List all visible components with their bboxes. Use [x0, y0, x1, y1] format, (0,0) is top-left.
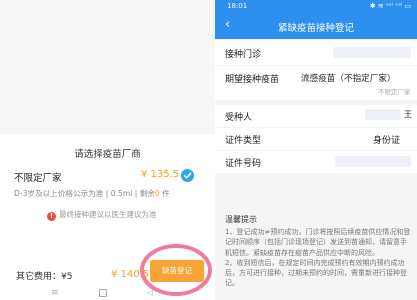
notes-item-1: 1、登记成功≠预约成功，门诊将按照后续疫苗供应情况和登记时间顺序（包括门诊现场登… [225, 228, 411, 257]
page-title: 紧缺疫苗接种登记 [277, 23, 354, 34]
status-icons: ✱ ≋ ᵛᵒˡ ᵛᵒˡ ▭ [369, 2, 411, 10]
vaccine-manufacturer-panel: 请选择疫苗厂商 不限定厂家 ¥ 135.5 D-3岁及以上价格公示为准 | 0.… [0, 0, 215, 300]
clinic-value-redacted [333, 47, 411, 58]
option-desc-prefix: D-3岁及以上价格公示为准 | 0.5ml | 剩余 [14, 189, 155, 198]
id-type-row[interactable]: 证件类型 身份证 [215, 128, 417, 150]
sheet-title: 请选择疫苗厂商 [74, 149, 141, 160]
id-number-label: 证件号码 [225, 159, 262, 169]
total-price: ¥ 140.5 [111, 269, 150, 280]
shortage-register-button[interactable]: 缺苗登记 [150, 260, 204, 282]
option-description: D-3岁及以上价格公示为准 | 0.5ml | 剩余0 件 [14, 188, 170, 199]
registration-panel: 18:01 ✱ ≋ ᵛᵒˡ ᵛᵒˡ ▭ ‹ 紧缺疫苗接种登记 接种门诊 期望接种… [215, 0, 417, 300]
person-value-redacted [365, 109, 401, 120]
other-fee-label: 其它费用：¥5 [16, 272, 73, 282]
notes-item-2: 2、收到短信后，在规定时间内完成预约有效期内预约成功后，方可进行接种，过期未预约… [225, 258, 407, 288]
vaccine-sub: 不限定厂家 [378, 88, 411, 96]
check-icon [181, 169, 194, 182]
vaccine-row[interactable]: 期望接种疫苗 流感疫苗（不指定厂家） 不限定厂家 [215, 66, 417, 100]
clinic-label: 接种门诊 [225, 50, 262, 60]
back-triangle-icon[interactable]: ◁ [147, 288, 153, 297]
id-number-row[interactable]: 证件号码 [215, 151, 417, 173]
id-type-value: 身份证 [373, 136, 401, 146]
vaccine-label: 期望接种疫苗 [225, 75, 280, 85]
status-bar: 18:01 ✱ ≋ ᵛᵒˡ ᵛᵒˡ ▭ [215, 0, 417, 13]
tip-text: 最终接种建议以医生建议为准 [59, 210, 157, 219]
dimmed-background [0, 0, 215, 134]
alert-icon: ! [47, 212, 56, 221]
id-number-redacted [335, 156, 411, 167]
system-nav-bar: ≡ ◁ [0, 288, 215, 300]
home-icon[interactable] [99, 289, 107, 297]
notes-body: 1、登记成功≠预约成功，门诊将按照后续疫苗供应情况和登记时间顺序（包括门诊现场登… [225, 227, 411, 289]
notes-title: 温馨提示 [225, 215, 257, 224]
option-price: ¥ 135.5 [141, 169, 180, 180]
clinic-row[interactable]: 接种门诊 [215, 40, 417, 65]
vaccine-value: 流感疫苗（不指定厂家） [301, 74, 396, 84]
id-type-label: 证件类型 [225, 136, 262, 146]
person-label: 受种人 [225, 113, 253, 123]
option-desc-suffix: 件 [159, 189, 170, 198]
person-row[interactable]: 受种人 王 [215, 105, 417, 127]
manufacturer-sheet: 请选择疫苗厂商 不限定厂家 ¥ 135.5 D-3岁及以上价格公示为准 | 0.… [0, 134, 215, 300]
app-header: ‹ 紧缺疫苗接种登记 [215, 13, 417, 39]
person-value: 王 [404, 110, 412, 119]
menu-icon[interactable]: ≡ [51, 288, 59, 298]
status-time: 18:01 [227, 2, 248, 10]
notes-section: 温馨提示 1、登记成功≠预约成功，门诊将按照后续疫苗供应情况和登记时间顺序（包括… [215, 210, 417, 300]
option-name: 不限定厂家 [14, 173, 62, 184]
tip-row: ! 最终接种建议以医生建议为准 [47, 209, 157, 221]
